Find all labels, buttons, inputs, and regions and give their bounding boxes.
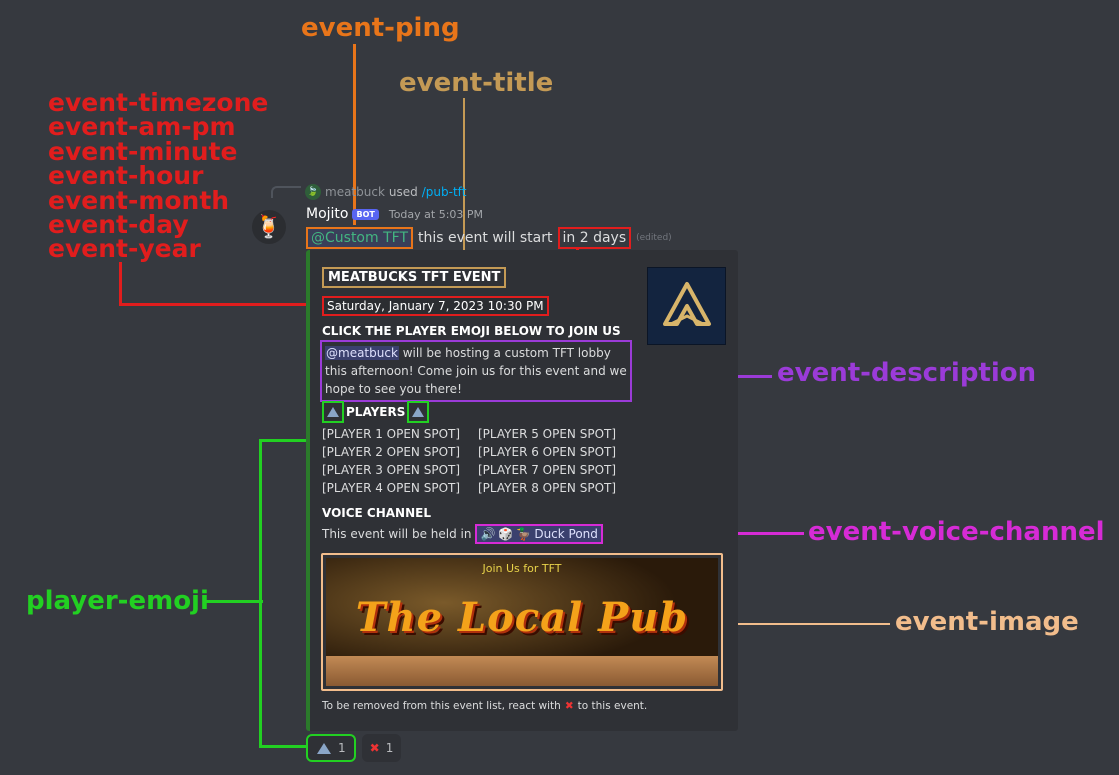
connector-player-v bbox=[259, 439, 262, 748]
x-icon: ✖ bbox=[369, 741, 380, 755]
label-event-hour: event-hour bbox=[48, 161, 204, 191]
label-player-emoji: player-emoji bbox=[26, 586, 209, 616]
connector-image bbox=[723, 623, 890, 625]
event-embed: MEATBUCKS TFT EVENT Saturday, January 7,… bbox=[306, 250, 738, 731]
players-column-left: [PLAYER 1 OPEN SPOT] [PLAYER 2 OPEN SPOT… bbox=[322, 425, 460, 497]
edited-tag: (edited) bbox=[636, 233, 672, 243]
player-slot: [PLAYER 1 OPEN SPOT] bbox=[322, 427, 461, 441]
player-slot: [PLAYER 8 OPEN SPOT] bbox=[478, 481, 617, 495]
label-event-day: event-day bbox=[48, 209, 189, 239]
role-ping[interactable]: @Custom TFT bbox=[306, 227, 413, 249]
event-date: Saturday, January 7, 2023 10:30 PM bbox=[322, 296, 549, 316]
label-event-timezone: event-timezone bbox=[48, 88, 269, 117]
voice-channel-name: Duck Pond bbox=[534, 527, 598, 541]
timestamp: Today at 5:03 PM bbox=[388, 207, 484, 221]
label-event-minute: event-minute bbox=[48, 136, 238, 166]
user-mention[interactable]: @meatbuck bbox=[325, 346, 399, 360]
reply-reference[interactable]: 🍃 meatbuck used /pub-tft bbox=[305, 184, 466, 200]
bot-badge: BOT bbox=[352, 208, 379, 220]
speaker-icon: 🔊 bbox=[480, 527, 496, 541]
banner-table bbox=[326, 656, 718, 686]
embed-footer: To be removed from this event list, reac… bbox=[322, 700, 647, 712]
voice-channel-header: VOICE CHANNEL bbox=[322, 506, 431, 520]
x-icon: ✖ bbox=[564, 700, 574, 712]
player-slot: [PLAYER 7 OPEN SPOT] bbox=[478, 463, 617, 477]
footer-text-post: to this event. bbox=[577, 700, 648, 712]
label-event-voice-channel: event-voice-channel bbox=[808, 517, 1105, 547]
player-emoji-icon bbox=[407, 401, 430, 423]
reply-username[interactable]: meatbuck bbox=[325, 185, 385, 199]
players-column-right: [PLAYER 5 OPEN SPOT] [PLAYER 6 OPEN SPOT… bbox=[478, 425, 616, 497]
tft-thumbnail[interactable] bbox=[647, 267, 726, 345]
reaction-tft[interactable]: 1 bbox=[306, 734, 356, 762]
player-slot: [PLAYER 4 OPEN SPOT] bbox=[322, 481, 461, 495]
date-field-labels: event-timezone event-am-pm event-minute … bbox=[48, 88, 269, 264]
players-header: PLAYERS bbox=[322, 401, 430, 423]
player-slot: [PLAYER 6 OPEN SPOT] bbox=[478, 445, 617, 459]
connector-player-bottom bbox=[259, 745, 307, 748]
label-event-am-pm: event-am-pm bbox=[48, 112, 236, 142]
tft-logo-icon bbox=[662, 282, 711, 326]
players-label: PLAYERS bbox=[346, 405, 406, 419]
connector-player-h bbox=[206, 600, 263, 603]
connector-date-left-h bbox=[119, 303, 321, 306]
label-event-ping: event-ping bbox=[301, 13, 460, 43]
relative-time: in 2 days bbox=[557, 227, 632, 249]
label-event-image: event-image bbox=[895, 607, 1079, 637]
connector-date-left-v bbox=[119, 262, 122, 306]
player-slot: [PLAYER 3 OPEN SPOT] bbox=[322, 463, 461, 477]
reply-avatar-icon: 🍃 bbox=[305, 184, 321, 200]
reaction-x[interactable]: ✖ 1 bbox=[361, 734, 402, 762]
player-slot: [PLAYER 5 OPEN SPOT] bbox=[478, 427, 617, 441]
voice-channel-link[interactable]: 🔊 🎲 🦆 Duck Pond bbox=[475, 524, 603, 544]
reaction-count: 1 bbox=[385, 741, 394, 755]
username[interactable]: Mojito bbox=[306, 206, 348, 222]
label-event-year: event-year bbox=[48, 234, 201, 264]
message-header: Mojito BOT Today at 5:03 PM bbox=[306, 206, 483, 222]
label-event-month: event-month bbox=[48, 185, 230, 215]
join-instruction: CLICK THE PLAYER EMOJI BELOW TO JOIN US bbox=[322, 324, 621, 338]
player-slot: [PLAYER 2 OPEN SPOT] bbox=[322, 445, 461, 459]
reply-command[interactable]: /pub-tft bbox=[422, 185, 467, 199]
label-event-description: event-description bbox=[777, 358, 1037, 388]
voice-channel-line: This event will be held in 🔊 🎲 🦆 Duck Po… bbox=[322, 524, 603, 544]
banner-title: The Local Pub bbox=[355, 594, 689, 641]
footer-text-pre: To be removed from this event list, reac… bbox=[322, 700, 561, 712]
dice-icon: 🎲 bbox=[498, 527, 514, 541]
player-emoji-icon bbox=[322, 401, 344, 423]
tft-icon bbox=[317, 742, 331, 754]
reply-connector bbox=[271, 186, 301, 198]
reactions: 1 ✖ 1 bbox=[306, 734, 402, 762]
reply-verb: used bbox=[388, 185, 418, 199]
pub-banner: Join Us for TFT The Local Pub bbox=[326, 558, 718, 686]
message-text: this event will start bbox=[418, 230, 553, 246]
label-event-title: event-title bbox=[399, 68, 554, 98]
event-image[interactable]: Join Us for TFT The Local Pub bbox=[321, 553, 723, 691]
event-description: @meatbuck will be hosting a custom TFT l… bbox=[320, 340, 632, 402]
voice-text: This event will be held in bbox=[322, 527, 472, 541]
duck-icon: 🦆 bbox=[516, 527, 532, 541]
embed-title: MEATBUCKS TFT EVENT bbox=[322, 267, 507, 288]
banner-caption: Join Us for TFT bbox=[482, 562, 562, 575]
reaction-count: 1 bbox=[338, 741, 346, 755]
bot-avatar[interactable]: 🍹 bbox=[252, 210, 286, 244]
message-content: @Custom TFT this event will start in 2 d… bbox=[306, 227, 672, 249]
